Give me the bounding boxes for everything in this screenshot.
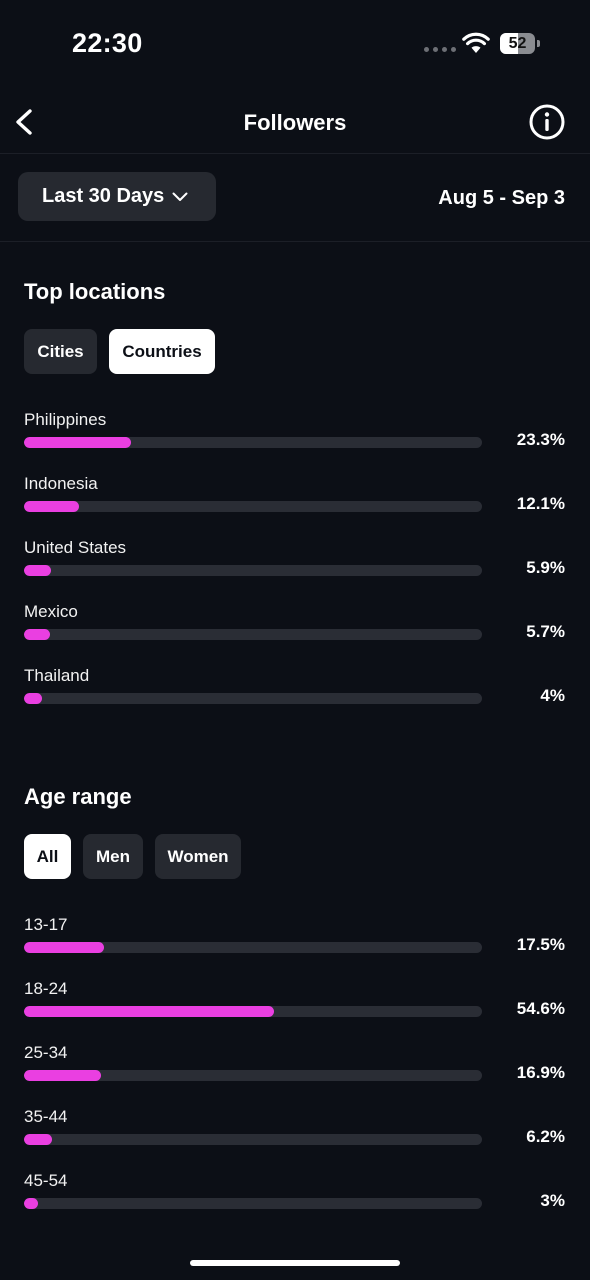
location-row: Indonesia 12.1% [0,474,590,524]
battery-icon: 52 [500,33,540,54]
wifi-icon [462,32,490,53]
progress-track [24,629,482,640]
age-percent: 16.9% [516,1063,565,1082]
age-bracket: 18-24 [24,979,68,998]
progress-track [24,1070,482,1081]
progress-track [24,1134,482,1145]
progress-fill [24,501,80,512]
progress-fill [24,693,43,704]
date-range-label: Last 30 Days [42,185,165,207]
age-row: 35-44 6.2% [0,1107,590,1157]
location-name: Mexico [24,602,78,621]
progress-fill [24,437,131,448]
age-percent: 6.2% [526,1127,565,1146]
location-row: Mexico 5.7% [0,602,590,652]
date-filter-row: Last 30 Days Aug 5 - Sep 3 [0,154,590,242]
age-bracket: 25-34 [24,1043,68,1062]
progress-fill [24,629,51,640]
location-name: Thailand [24,666,90,685]
age-bracket: 13-17 [24,915,68,934]
tab-all[interactable]: All [24,834,71,879]
age-percent: 17.5% [516,935,565,954]
page-title: Followers [243,110,347,135]
tab-cities[interactable]: Cities [24,329,97,374]
location-name: Indonesia [24,474,98,493]
progress-track [24,693,482,704]
progress-fill [24,942,105,953]
location-row: Philippines 23.3% [0,410,590,460]
date-range-text: Aug 5 - Sep 3 [438,187,565,209]
status-time: 22:30 [72,28,143,58]
progress-fill [24,565,52,576]
location-row: United States 5.9% [0,538,590,588]
cellular-signal-icon [424,47,456,52]
age-row: 18-24 54.6% [0,979,590,1029]
progress-track [24,565,482,576]
location-percent: 12.1% [516,494,565,513]
age-percent: 3% [540,1191,565,1210]
progress-track [24,942,482,953]
progress-track [24,437,482,448]
location-name: Philippines [24,410,107,429]
location-percent: 23.3% [516,430,565,449]
tab-countries[interactable]: Countries [109,329,215,374]
progress-fill [24,1198,38,1209]
tab-men[interactable]: Men [83,834,143,879]
location-row: Thailand 4% [0,666,590,716]
top-locations-title: Top locations [24,279,166,304]
progress-track [24,501,482,512]
date-range-dropdown[interactable]: Last 30 Days [18,172,216,221]
progress-track [24,1198,482,1209]
chevron-down-icon [172,192,188,201]
home-indicator[interactable] [190,1260,400,1266]
location-percent: 5.7% [526,622,565,641]
tab-women[interactable]: Women [155,834,241,879]
age-percent: 54.6% [516,999,565,1018]
status-bar: 22:30 52 [0,0,590,90]
progress-track [24,1006,482,1017]
battery-level: 52 [508,35,527,52]
info-icon[interactable] [528,103,566,141]
age-bracket: 45-54 [24,1171,68,1190]
location-percent: 4% [540,686,565,705]
age-row: 13-17 17.5% [0,915,590,965]
location-name: United States [24,538,127,557]
age-bracket: 35-44 [24,1107,68,1126]
age-row: 25-34 16.9% [0,1043,590,1093]
progress-fill [24,1134,53,1145]
progress-fill [24,1070,102,1081]
location-percent: 5.9% [526,558,565,577]
progress-fill [24,1006,275,1017]
nav-bar: Followers [0,92,590,154]
age-row: 45-54 3% [0,1171,590,1221]
age-range-title: Age range [24,784,132,809]
